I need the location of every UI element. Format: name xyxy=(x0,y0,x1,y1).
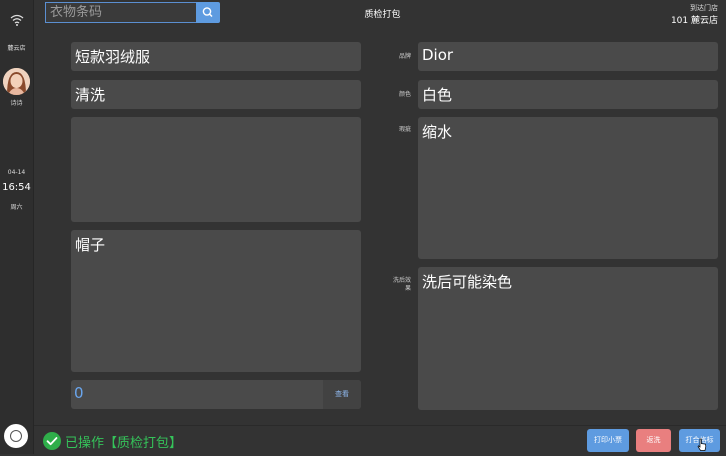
defect-label: 瑕疵 xyxy=(398,126,411,133)
barcode-search-input[interactable] xyxy=(45,2,197,23)
search-button[interactable] xyxy=(196,2,220,23)
avatar[interactable] xyxy=(3,68,30,95)
brand-value: Dior xyxy=(422,46,454,64)
rewash-button[interactable]: 返洗 xyxy=(636,429,671,452)
defect-value: 缩水 xyxy=(422,123,453,141)
status-text: 已操作【质检打包】 xyxy=(65,436,183,451)
garment-name-field[interactable]: 短款羽绒服 xyxy=(71,42,361,71)
defect-field[interactable]: 缩水 xyxy=(418,117,718,259)
destination-store: 101 麓云店 xyxy=(670,16,718,26)
color-field[interactable]: 白色 xyxy=(418,80,718,109)
count-field[interactable]: 0 查看 xyxy=(71,380,361,409)
circle-icon xyxy=(10,430,22,442)
pointer-cursor-icon xyxy=(697,437,707,451)
notes-field[interactable] xyxy=(71,117,361,222)
user-name: 诗诗 xyxy=(10,100,23,107)
home-button[interactable] xyxy=(4,424,28,448)
search-icon xyxy=(202,7,213,18)
service-value: 清洗 xyxy=(75,86,106,104)
color-label: 颜色 xyxy=(398,91,411,98)
effect-field[interactable]: 洗后可能染色 xyxy=(418,267,718,410)
accessory-value: 帽子 xyxy=(75,236,106,254)
view-button[interactable]: 查看 xyxy=(323,380,361,409)
color-value: 白色 xyxy=(422,86,453,104)
search-bar xyxy=(45,2,220,23)
service-field[interactable]: 清洗 xyxy=(71,80,361,109)
wifi-icon xyxy=(0,11,33,26)
print-receipt-button[interactable]: 打印小票 xyxy=(587,429,629,452)
clock-time: 16:54 xyxy=(2,182,31,193)
store-name: 麓云店 xyxy=(7,45,26,52)
garment-name-value: 短款羽绒服 xyxy=(75,48,151,66)
check-circle-icon xyxy=(43,432,61,450)
brand-label: 品牌 xyxy=(398,53,411,60)
sidebar: 麓云店 诗诗 04-14 16:54 周六 xyxy=(0,0,34,454)
effect-label: 洗后效果 xyxy=(393,277,412,292)
footer-divider xyxy=(34,425,726,426)
count-value: 0 xyxy=(74,384,84,402)
page-title: 质检打包 xyxy=(364,10,401,20)
brand-field[interactable]: Dior xyxy=(418,42,718,71)
effect-value: 洗后可能染色 xyxy=(422,273,513,291)
accessory-field[interactable]: 帽子 xyxy=(71,230,361,372)
weekday: 周六 xyxy=(10,204,23,211)
destination-label: 到达门店 xyxy=(690,4,718,12)
date: 04-14 xyxy=(7,169,26,176)
